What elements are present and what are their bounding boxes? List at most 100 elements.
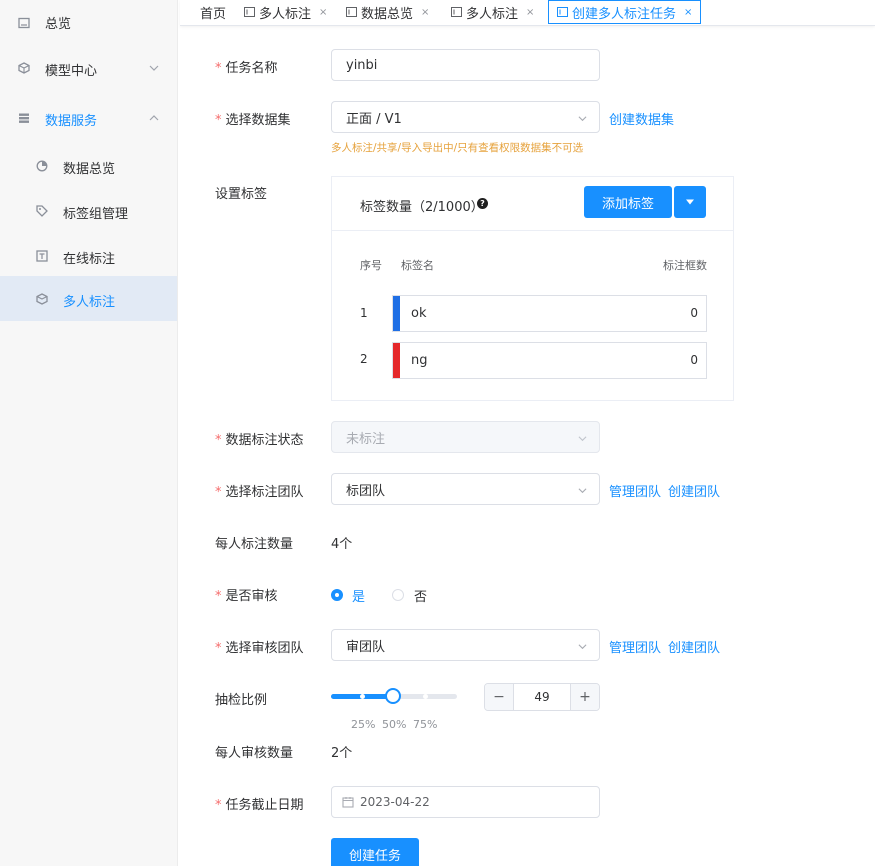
tab-page-icon — [451, 7, 462, 17]
sidebar-item-model-center[interactable]: 模型中心 — [0, 45, 177, 90]
chevron-down-icon — [578, 488, 587, 494]
sidebar-item-data-service[interactable]: 数据服务 — [0, 95, 177, 140]
task-name-input[interactable]: yinbi — [331, 49, 600, 81]
tab-data-overview[interactable]: 数据总览 × — [346, 0, 429, 24]
dataset-select[interactable]: 正面 / V1 — [331, 101, 600, 133]
required-mark: * — [215, 61, 222, 76]
required-mark: * — [215, 641, 222, 656]
per-review-value: 2个 — [331, 746, 353, 761]
tag-row-index: 2 — [360, 352, 368, 366]
create-team-link[interactable]: 创建团队 — [668, 481, 720, 500]
slider-mark: 25% — [351, 718, 376, 731]
increment-button[interactable]: + — [571, 684, 599, 710]
label-team-label: * 选择标注团队 — [215, 485, 304, 500]
tab-page-icon — [244, 7, 255, 17]
required-mark: * — [215, 798, 222, 813]
cube-icon — [18, 61, 30, 74]
tab-home[interactable]: 首页 — [200, 0, 226, 24]
close-icon[interactable]: × — [421, 7, 429, 18]
review-no-radio[interactable] — [392, 589, 404, 601]
tab-bar: 首页 多人标注 × 数据总览 × 多人标注 × 创建多人标注任务 × — [180, 0, 875, 26]
sidebar-item-overview[interactable]: 总览 — [0, 0, 177, 45]
manage-team-link[interactable]: 管理团队 — [609, 637, 661, 656]
required-mark: * — [215, 589, 222, 604]
text-box-icon — [36, 249, 48, 262]
tag-name: ok — [411, 306, 427, 321]
tab-multi-annotation-2[interactable]: 多人标注 × — [451, 0, 534, 24]
slider-mark: 50% — [382, 718, 407, 731]
tag-row[interactable]: ok 0 — [392, 295, 707, 332]
chevron-down-icon — [578, 436, 587, 442]
sidebar-item-label: 总览 — [45, 17, 72, 32]
review-no-label[interactable]: 否 — [414, 586, 427, 605]
tag-row-index: 1 — [360, 306, 368, 320]
review-team-select[interactable]: 审团队 — [331, 629, 600, 661]
close-icon[interactable]: × — [684, 7, 692, 18]
label-team-select[interactable]: 标团队 — [331, 473, 600, 505]
per-person-value: 4个 — [331, 537, 353, 552]
calendar-icon — [342, 797, 354, 808]
tag-panel-header: 标签数量（2/1000） ? 添加标签 — [332, 177, 733, 231]
tag-box-count: 0 — [690, 353, 698, 367]
tab-page-icon — [346, 7, 357, 17]
tab-label: 数据总览 — [361, 6, 414, 22]
tag-name: ng — [411, 353, 428, 368]
stepper-value[interactable]: 49 — [513, 684, 571, 710]
tag-icon — [36, 204, 48, 217]
chevron-down-icon — [149, 62, 159, 72]
help-icon[interactable]: ? — [477, 198, 488, 209]
review-yes-label[interactable]: 是 — [352, 586, 365, 605]
slider-mark: 75% — [413, 718, 438, 731]
sidebar-item-tag-group[interactable]: 标签组管理 — [0, 188, 177, 233]
tag-row[interactable]: ng 0 — [392, 342, 707, 379]
close-icon[interactable]: × — [526, 7, 534, 18]
review-yes-radio[interactable] — [331, 589, 343, 601]
create-dataset-link[interactable]: 创建数据集 — [609, 109, 674, 128]
chevron-up-icon — [149, 112, 159, 122]
cube-icon — [36, 292, 48, 305]
tag-color-bar — [393, 343, 400, 378]
tab-label: 多人标注 — [259, 6, 312, 22]
sidebar-item-label: 标签组管理 — [63, 207, 129, 222]
decrement-button[interactable]: − — [485, 684, 513, 710]
sidebar-item-label: 模型中心 — [45, 64, 98, 79]
tag-color-bar — [393, 296, 400, 331]
deadline-label: * 任务截止日期 — [215, 798, 304, 813]
sample-ratio-slider[interactable] — [331, 688, 457, 704]
required-mark: * — [215, 113, 222, 128]
sidebar-item-label: 数据服务 — [45, 114, 98, 129]
slider-stop — [423, 694, 428, 699]
tab-label: 创建多人标注任务 — [572, 6, 677, 22]
add-tag-button[interactable]: 添加标签 — [584, 186, 672, 218]
slider-handle[interactable] — [385, 688, 401, 704]
sidebar-item-data-overview[interactable]: 数据总览 — [0, 143, 177, 188]
review-label: * 是否审核 — [215, 589, 278, 604]
create-team-link[interactable]: 创建团队 — [668, 637, 720, 656]
column-name-header: 标签名 — [401, 259, 434, 272]
sidebar: 总览 模型中心 数据服务 数据总览 标签组管理 在线标注 多人标注 — [0, 0, 178, 866]
review-team-label: * 选择审核团队 — [215, 641, 304, 656]
tag-count-label: 标签数量（2/1000） — [360, 200, 484, 215]
deadline-date-input[interactable]: 2023-04-22 — [331, 786, 600, 818]
create-task-button[interactable]: 创建任务 — [331, 838, 419, 866]
dataset-hint: 多人标注/共享/导入导出中/只有查看权限数据集不可选 — [331, 142, 584, 154]
tab-create-multi-task[interactable]: 创建多人标注任务 × — [548, 0, 702, 24]
chevron-down-icon — [578, 116, 587, 122]
add-tag-dropdown-button[interactable] — [674, 186, 706, 218]
tab-multi-annotation[interactable]: 多人标注 × — [244, 0, 327, 24]
close-icon[interactable]: × — [319, 7, 327, 18]
manage-team-link[interactable]: 管理团队 — [609, 481, 661, 500]
per-person-label: 每人标注数量 — [215, 537, 294, 552]
sidebar-item-label: 多人标注 — [63, 295, 116, 310]
slider-stop — [360, 694, 365, 699]
column-index-header: 序号 — [360, 259, 382, 272]
tags-label: 设置标签 — [215, 187, 268, 202]
task-name-label: * 任务名称 — [215, 61, 278, 76]
tag-settings-panel: 标签数量（2/1000） ? 添加标签 序号 标签名 标注框数 1 ok 0 2… — [331, 176, 734, 401]
sidebar-item-multi-annotation[interactable]: 多人标注 — [0, 276, 177, 321]
tab-label: 首页 — [200, 6, 227, 22]
caret-down-icon — [686, 199, 694, 205]
required-mark: * — [215, 485, 222, 500]
sidebar-item-online-annotation[interactable]: 在线标注 — [0, 233, 177, 278]
required-mark: * — [215, 433, 222, 448]
